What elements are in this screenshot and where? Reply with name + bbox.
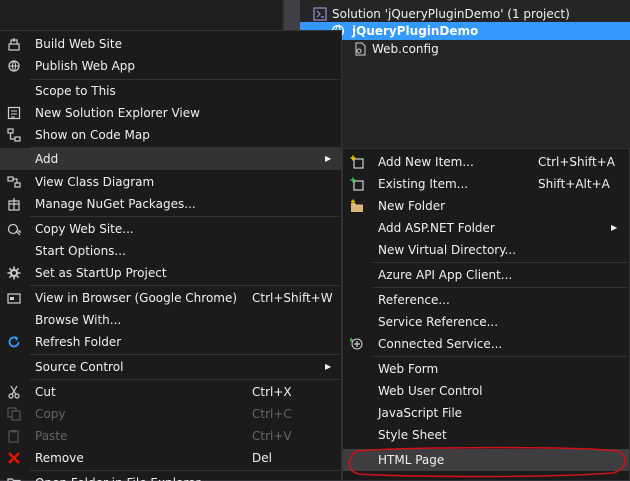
tree-item-solution[interactable]: Solution 'jQueryPluginDemo' (1 project) [312,5,570,23]
menu-item-paste[interactable]: Paste Ctrl+V [0,425,341,447]
submenu-item-add-new-item[interactable]: Add New Item... Ctrl+Shift+A [343,151,629,173]
nuget-icon [6,196,22,212]
webconfig-label: Web.config [372,42,439,56]
menu-item-manage-nuget-packages[interactable]: Manage NuGet Packages... [0,193,341,215]
menu-separator [30,285,340,286]
folder-open-icon [6,475,22,481]
menu-separator [373,356,627,357]
menu-separator [373,262,627,263]
submenu-item-azure-api-app-client[interactable]: Azure API App Client... [343,264,629,286]
tree-item-project[interactable]: jQueryPluginDemo [300,22,630,40]
solution-icon [312,6,328,22]
submenu-item-connected-service[interactable]: Connected Service... [343,333,629,355]
menu-item-browse-with[interactable]: Browse With... [0,309,341,331]
menu-item-source-control[interactable]: Source Control ▶ [0,356,341,378]
tree-item-webconfig[interactable]: Web.config [352,40,439,58]
submenu-arrow-icon: ▶ [325,154,332,163]
menu-separator [30,354,340,355]
solution-label: Solution 'jQueryPluginDemo' (1 project) [332,7,570,21]
solution-explorer: Solution 'jQueryPluginDemo' (1 project) … [300,0,630,150]
add-submenu: Add New Item... Ctrl+Shift+A Existing It… [342,148,630,481]
project-label: jQueryPluginDemo [352,24,479,38]
menu-item-remove[interactable]: Remove Del [0,447,341,469]
menu-separator [373,287,627,288]
menu-item-show-on-code-map[interactable]: Show on Code Map [0,124,341,146]
copy-site-icon [6,221,22,237]
submenu-item-existing-item[interactable]: Existing Item... Shift+Alt+A [343,173,629,195]
class-diagram-icon [6,174,22,190]
submenu-item-reference[interactable]: Reference... [343,289,629,311]
new-view-icon [6,105,22,121]
menu-item-copy-web-site[interactable]: Copy Web Site... [0,218,341,240]
browser-icon [6,290,22,306]
paste-icon [6,428,22,444]
submenu-item-javascript-file[interactable]: JavaScript File [343,402,629,424]
refresh-icon [6,334,22,350]
gear-icon [6,265,22,281]
menu-item-publish-web-app[interactable]: Publish Web App [0,55,341,77]
menu-item-scope-to-this[interactable]: Scope to This [0,80,341,102]
menu-item-add[interactable]: Add ▶ [0,148,341,170]
new-item-icon [349,154,365,170]
menu-item-refresh-folder[interactable]: Refresh Folder [0,331,341,353]
submenu-arrow-icon: ▶ [325,362,332,371]
editor-background [0,0,282,30]
menu-item-build-web-site[interactable]: Build Web Site [0,33,341,55]
existing-item-icon [349,176,365,192]
menu-item-set-as-startup-project[interactable]: Set as StartUp Project [0,262,341,284]
submenu-item-new-folder[interactable]: New Folder [343,195,629,217]
code-map-icon [6,127,22,143]
submenu-item-add-aspnet-folder[interactable]: Add ASP.NET Folder ▶ [343,217,629,239]
context-menu: Build Web Site Publish Web App Scope to … [0,30,342,481]
remove-icon [6,450,22,466]
menu-item-start-options[interactable]: Start Options... [0,240,341,262]
publish-icon [6,58,22,74]
red-circle-annotation [348,446,626,478]
menu-item-view-class-diagram[interactable]: View Class Diagram [0,171,341,193]
submenu-item-style-sheet[interactable]: Style Sheet [343,424,629,446]
menu-item-open-folder-in-file-explorer[interactable]: Open Folder in File Explorer [0,472,341,481]
submenu-item-service-reference[interactable]: Service Reference... [343,311,629,333]
submenu-item-new-virtual-directory[interactable]: New Virtual Directory... [343,239,629,261]
menu-item-new-solution-explorer-view[interactable]: New Solution Explorer View [0,102,341,124]
connected-service-icon [349,336,365,352]
menu-separator [30,470,340,471]
submenu-arrow-icon: ▶ [611,223,618,232]
menu-separator [30,379,340,380]
menu-item-view-in-browser[interactable]: View in Browser (Google Chrome) Ctrl+Shi… [0,287,341,309]
submenu-item-web-form[interactable]: Web Form [343,358,629,380]
menu-item-cut[interactable]: Cut Ctrl+X [0,381,341,403]
copy-icon [6,406,22,422]
scrollbar-area [284,0,300,30]
submenu-item-web-user-control[interactable]: Web User Control [343,380,629,402]
cut-icon [6,384,22,400]
menu-separator [30,216,340,217]
config-file-icon [352,41,368,57]
new-folder-icon [349,198,365,214]
menu-item-copy[interactable]: Copy Ctrl+C [0,403,341,425]
build-icon [6,36,22,52]
